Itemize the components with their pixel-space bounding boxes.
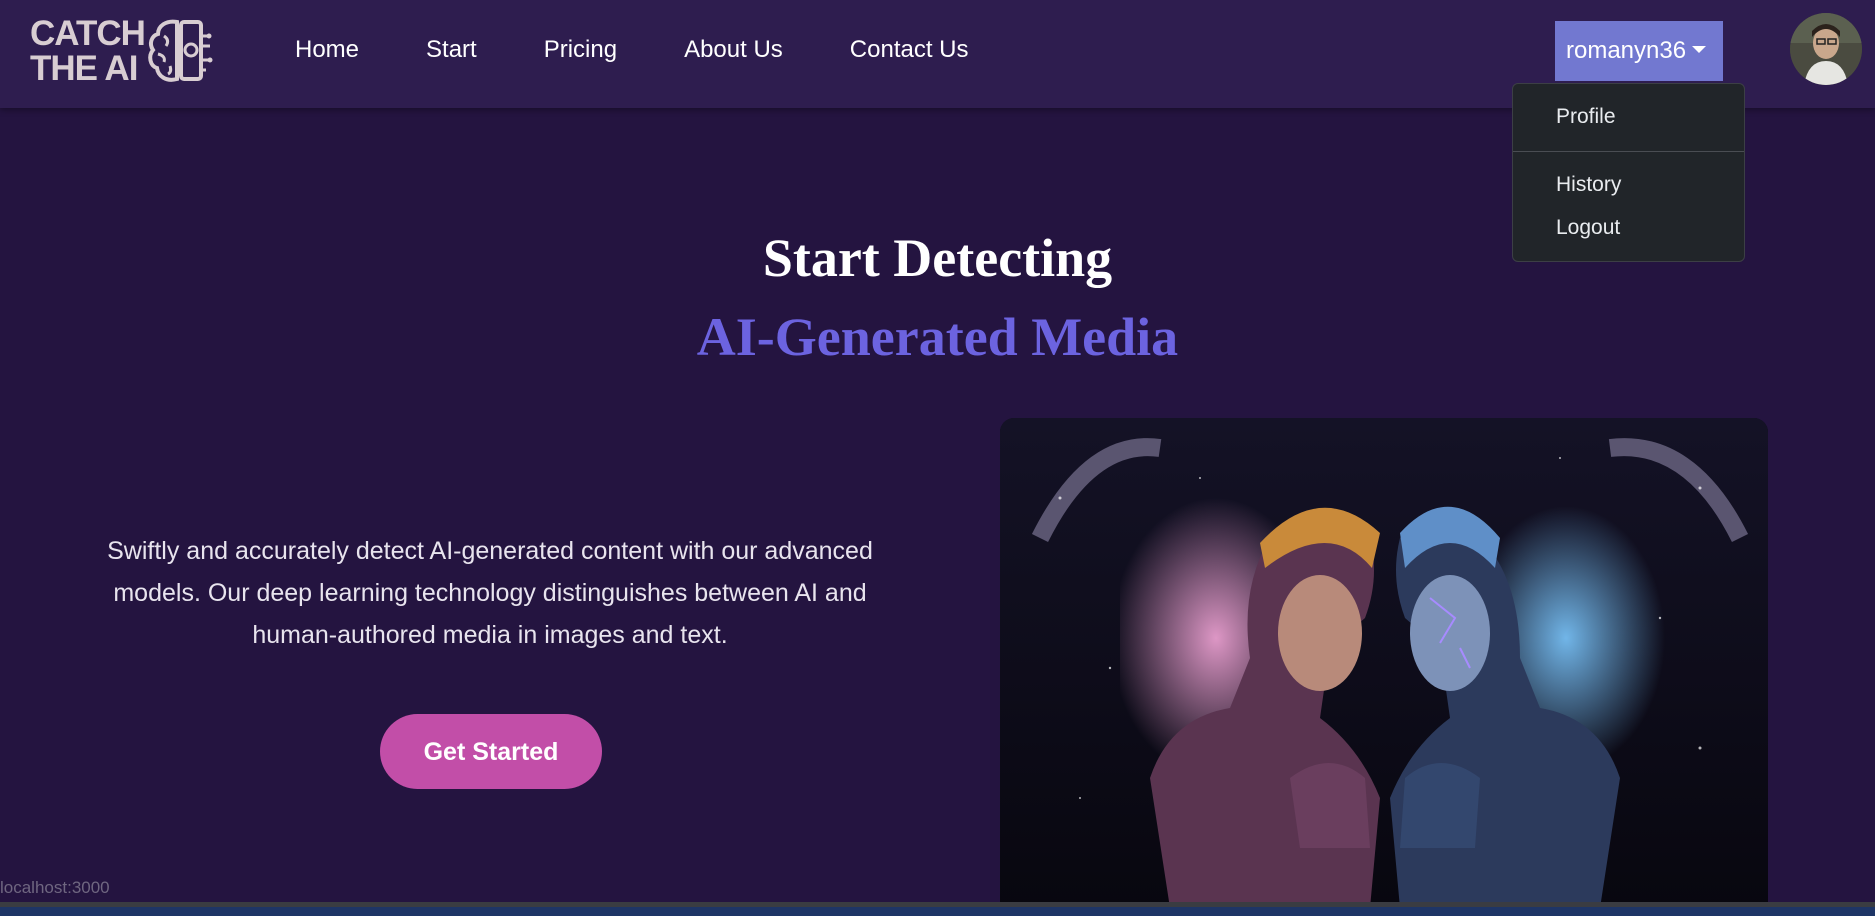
hero-description: Swiftly and accurately detect AI-generat… xyxy=(107,537,873,649)
nav-start-link[interactable]: Start xyxy=(426,32,477,68)
logo-line-2: THE AI xyxy=(30,49,138,88)
taskbar-strip xyxy=(0,902,1875,916)
nav-pricing-link[interactable]: Pricing xyxy=(544,32,617,68)
status-bar-url: localhost:3000 xyxy=(0,878,110,897)
user-menu-button[interactable]: romanyn36 xyxy=(1555,21,1723,81)
nav-about-link[interactable]: About Us xyxy=(684,32,783,68)
hero-subtitle: AI-Generated Media xyxy=(696,307,1179,367)
menu-item-history[interactable]: History xyxy=(1556,173,1621,197)
nav-contact-link[interactable]: Contact Us xyxy=(850,32,969,68)
get-started-button[interactable]: Get Started xyxy=(380,714,602,789)
avatar-photo xyxy=(1790,13,1862,85)
site-logo[interactable]: CATCH THE AI xyxy=(30,16,216,88)
logo-line-1: CATCH xyxy=(30,14,146,53)
ai-vs-human-illustration xyxy=(1000,418,1768,908)
brain-chip-icon xyxy=(148,19,213,82)
main-nav: Home Start Pricing About Us Contact Us xyxy=(295,32,1036,68)
caret-down-icon xyxy=(1692,46,1707,53)
user-avatar[interactable] xyxy=(1790,13,1862,85)
logo-wordmark: CATCH THE AI xyxy=(30,14,146,88)
hero-image xyxy=(1000,418,1768,908)
menu-item-profile[interactable]: Profile xyxy=(1556,105,1616,129)
username-label: romanyn36 xyxy=(1566,37,1687,64)
dropdown-divider xyxy=(1513,151,1744,152)
nav-home-link[interactable]: Home xyxy=(295,32,359,68)
hero-title: Start Detecting xyxy=(762,228,1113,288)
